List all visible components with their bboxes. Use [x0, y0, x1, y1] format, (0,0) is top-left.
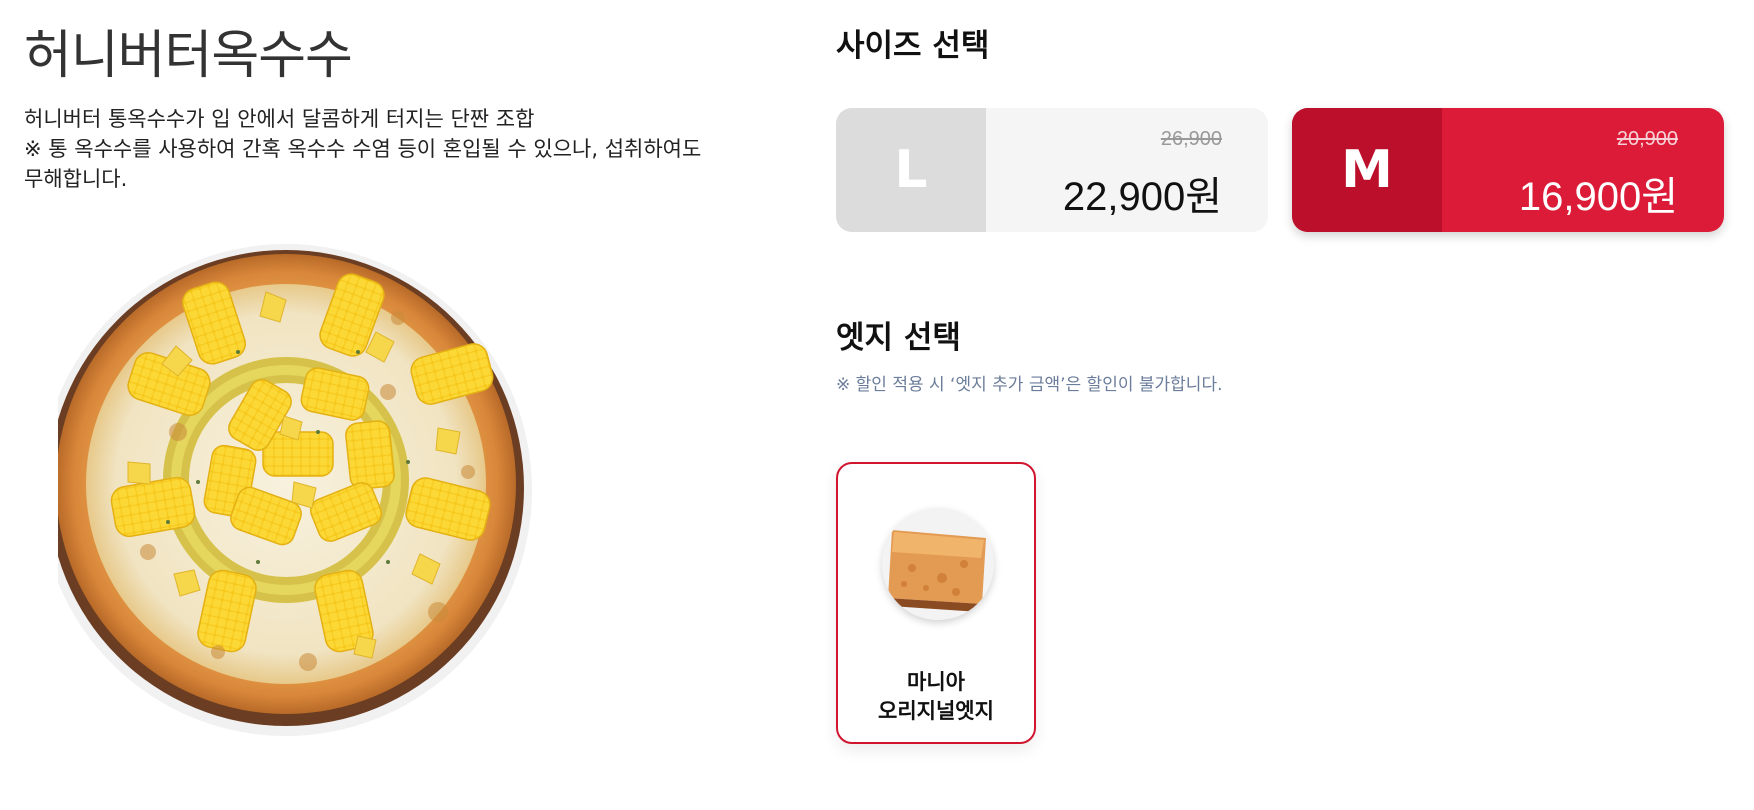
product-title: 허니버터옥수수 — [24, 26, 353, 86]
size-section-title: 사이즈 선택 — [836, 28, 990, 64]
product-info: 허니버터옥수수 허니버터 통옥수수가 입 안에서 달콤하게 터지는 단짠 조합 … — [0, 0, 780, 810]
edge-option-mania-original[interactable]: 마니아 오리지널엣지 — [836, 462, 1036, 744]
sale-price: 22,900원 — [1062, 175, 1222, 219]
edge-discount-note: ※ 할인 적용 시 ‘엣지 추가 금액’은 할인이 불가합니다. — [836, 375, 1223, 395]
original-price: 20,900 — [1616, 128, 1678, 150]
size-option-m[interactable]: M 20,900 16,900원 — [1292, 108, 1724, 232]
pizza-image — [40, 232, 618, 792]
size-label: M — [1292, 108, 1442, 232]
pizza-illustration — [40, 244, 532, 736]
option-panel: 사이즈 선택 L 26,900 22,900원 M 20,900 16,900원… — [836, 0, 1736, 810]
size-option-l[interactable]: L 26,900 22,900원 — [836, 108, 1268, 232]
size-price-area: 26,900 22,900원 — [986, 108, 1268, 232]
original-price: 26,900 — [1160, 128, 1222, 150]
sale-price: 16,900원 — [1518, 175, 1678, 219]
size-price-area: 20,900 16,900원 — [1442, 108, 1724, 232]
size-label: L — [836, 108, 986, 232]
edge-image — [882, 508, 994, 620]
edge-option-name: 마니아 오리지널엣지 — [878, 670, 994, 723]
product-description: 허니버터 통옥수수가 입 안에서 달콤하게 터지는 단짠 조합 ※ 통 옥수수를… — [24, 107, 702, 191]
edge-crust-illustration — [882, 508, 994, 620]
edge-section-title: 엣지 선택 — [836, 320, 961, 356]
